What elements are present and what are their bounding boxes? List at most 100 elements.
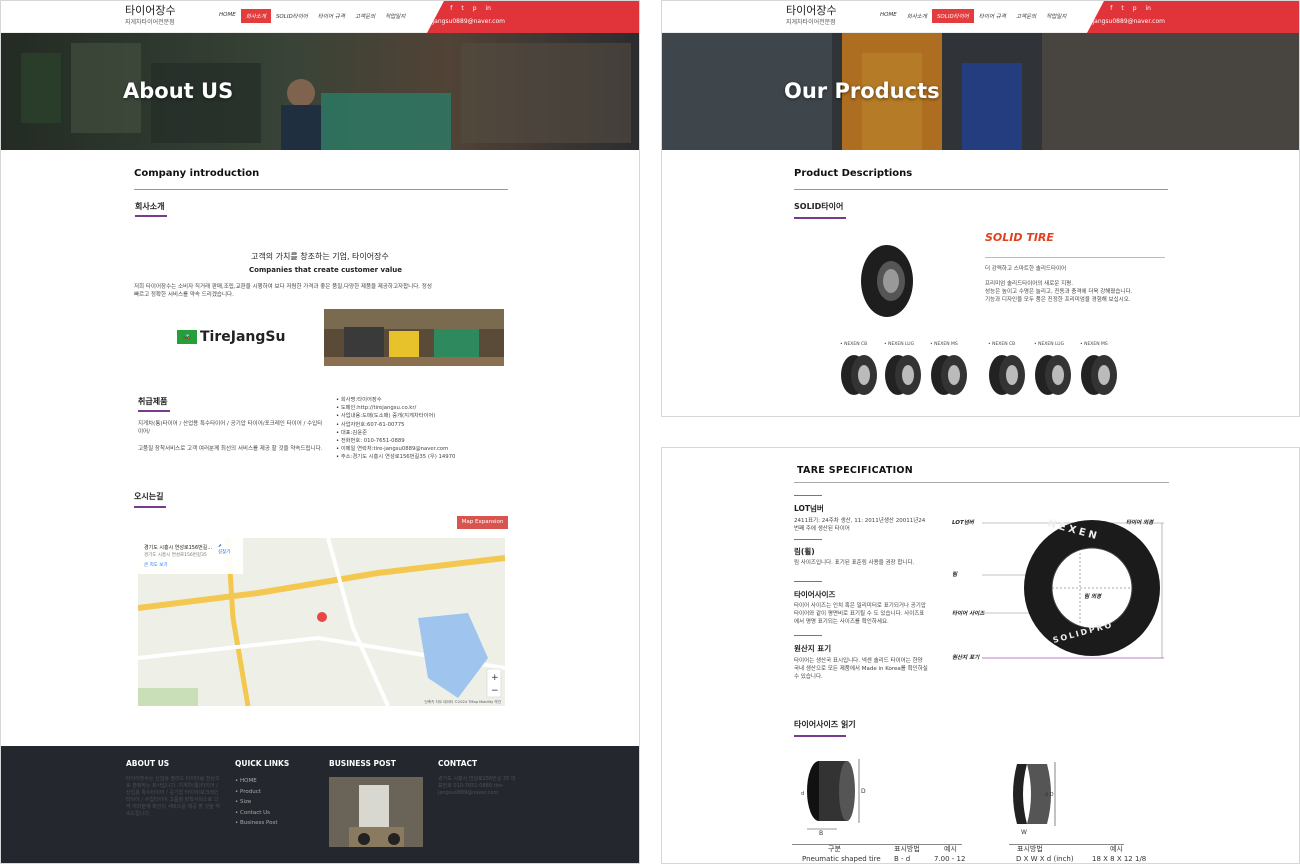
variant-tire-image[interactable]	[1032, 353, 1072, 398]
heading-underline	[135, 215, 167, 217]
header-email[interactable]: ✉ tire-jangsu0889@naver.com	[1073, 18, 1165, 25]
table-cell: D X W X d (inch)	[1016, 855, 1074, 863]
table-head: 예시	[944, 845, 957, 853]
solid-desc-4: 기능과 디자인을 모두 품은 진정한 프리미엄을 경험해 보십시오.	[985, 297, 1131, 303]
variant-label: • NEXEN CB	[988, 342, 1016, 347]
site-logo[interactable]: 타이어장수 지게차타이어전문점	[125, 4, 176, 26]
nav-solid[interactable]: SOLID타이어	[271, 9, 313, 23]
variant-tire-image[interactable]	[882, 353, 922, 398]
nav-log[interactable]: 작업일지	[1041, 9, 1071, 23]
hero-image-workshop	[1, 33, 639, 150]
label-rim-diameter: 림 외경	[1084, 594, 1102, 600]
map-canvas[interactable]: + −	[138, 538, 505, 706]
workshop-photo	[324, 309, 504, 366]
map-expansion-button[interactable]: Map Expansion	[457, 516, 508, 529]
solid-tire-title: SOLID TIRE	[985, 231, 1054, 244]
table-cell: 7.00 - 12	[934, 855, 966, 863]
nav-size[interactable]: 타이어 규격	[313, 9, 350, 23]
table-head: 표시방법	[894, 845, 920, 853]
map-pin-icon[interactable]	[317, 612, 327, 622]
about-hero-title: About US	[123, 79, 234, 103]
info-item: 회사명:타이어장수	[336, 396, 455, 404]
zoom-out-icon[interactable]: −	[491, 686, 499, 696]
table-head: 예시	[1110, 845, 1123, 853]
site-footer: ABOUT US QUICK LINKS BUSINESS POST CONTA…	[1, 746, 639, 863]
svg-text:D: D	[861, 788, 866, 795]
heading-underline	[138, 410, 170, 412]
footer-link-product[interactable]: Product	[235, 787, 278, 798]
site-logo[interactable]: 타이어장수 지게차타이어전문점	[786, 4, 837, 26]
directions-icon: ⬈	[218, 544, 222, 549]
linkedin-icon[interactable]: in	[1146, 5, 1151, 12]
divider	[794, 635, 822, 636]
variant-tire-image[interactable]	[986, 353, 1026, 398]
company-intro-heading: Company introduction	[134, 168, 260, 179]
variant-label: • NEXEN LUG	[1034, 342, 1065, 347]
spec-item-title: 타이어사이즈	[794, 590, 836, 599]
twitter-icon[interactable]: t	[461, 5, 463, 12]
map-heading: 오시는길	[134, 492, 164, 501]
twitter-icon[interactable]: t	[1121, 5, 1123, 12]
info-item: 대표:김윤준	[336, 429, 455, 437]
company-sub-heading: 회사소개	[135, 202, 165, 211]
heading-underline	[794, 735, 846, 737]
products-heading: 취급제품	[138, 397, 168, 406]
variant-tire-image[interactable]	[1078, 353, 1118, 398]
footer-link-contact[interactable]: Contact Us	[235, 808, 278, 819]
spec-item-desc: 림 사이즈입니다. 표기된 표준림 사용을 권장 합니다.	[794, 560, 915, 566]
nav-about[interactable]: 회사소개	[240, 9, 271, 23]
variant-label: • NEXEN MS	[1080, 342, 1108, 347]
spec-item-desc: 2411표기: 24주차 생산, 11: 2011년생산 20011년24번째 …	[794, 518, 926, 532]
variant-tire-image[interactable]	[838, 353, 878, 398]
divider	[794, 189, 1168, 190]
divider	[794, 495, 822, 496]
spec-page-panel: TARE SPECIFICATION LOT넘버 2411표기: 24주차 생산…	[661, 447, 1300, 864]
forklift-logo-icon: 🚜	[177, 330, 197, 344]
label-outer-diameter: 타이어 외경	[1126, 520, 1154, 526]
map-address: 경기도 시흥시 연성로156번길...	[144, 545, 213, 551]
header-email[interactable]: ✉ tire-jangsu0889@naver.com	[413, 18, 505, 25]
map-route-link[interactable]: ⬈ 길찾기	[218, 544, 230, 555]
nav-contact[interactable]: 고객문의	[1011, 9, 1041, 23]
footer-contact-heading: CONTACT	[438, 759, 478, 768]
nav-size[interactable]: 타이어 규격	[974, 9, 1011, 23]
pinterest-icon[interactable]: p	[473, 5, 477, 12]
footer-link-home[interactable]: HOME	[235, 776, 278, 787]
tire-size-heading: 타이어사이즈 읽기	[794, 720, 856, 729]
about-page-panel: 타이어장수 지게차타이어전문점 HOME 회사소개 SOLID타이어 타이어 규…	[0, 0, 640, 864]
map-address-sub: 경기도 시흥시 연성로156번길35	[144, 553, 207, 558]
pinterest-icon[interactable]: p	[1133, 5, 1137, 12]
nav-home[interactable]: HOME	[875, 9, 902, 23]
map-large-link[interactable]: 큰 지도 보기	[144, 562, 168, 568]
divider	[794, 539, 822, 540]
facebook-icon[interactable]: f	[1110, 5, 1112, 12]
nav-log[interactable]: 작업일지	[380, 9, 410, 23]
divider	[794, 581, 822, 582]
info-item: 주소:경기도 시흥시 연성로156번길35 (우) 14970	[336, 453, 456, 461]
headline-kr: 고객의 가치를 창조하는 기업, 타이어장수	[251, 252, 389, 261]
variant-tire-image[interactable]	[928, 353, 968, 398]
nav-about[interactable]: 회사소개	[902, 9, 932, 23]
map-route-label: 길찾기	[218, 550, 231, 555]
footer-link-post[interactable]: Business Post	[235, 818, 278, 829]
solid-tire-drawing: d D W	[1013, 762, 1056, 834]
zoom-in-icon[interactable]: +	[491, 673, 499, 683]
main-nav: HOME 회사소개 SOLID타이어 타이어 규격 고객문의 작업일지	[875, 9, 1071, 23]
nav-home[interactable]: HOME	[214, 9, 241, 23]
info-item: 사업자번호:607-61-00775	[336, 421, 455, 429]
spec-item-desc: 타이어는 생산국 표시입니다. 넥센 솔리드 타이어는 한양 국내 생산으로 모…	[794, 658, 928, 680]
table-cell: B - d	[894, 855, 911, 863]
linkedin-icon[interactable]: in	[486, 5, 491, 12]
footer-post-heading: BUSINESS POST	[329, 759, 396, 768]
location-map[interactable]: + − 경기도 시흥시 연성로156번길... 경기도 시흥시 연성로156번길…	[138, 538, 505, 706]
logo-subtitle: 지게차타이어전문점	[125, 19, 175, 26]
business-post-image[interactable]	[329, 777, 423, 847]
logo-title: 타이어장수	[125, 4, 176, 17]
nav-solid[interactable]: SOLID타이어	[931, 9, 974, 23]
facebook-icon[interactable]: f	[450, 5, 452, 12]
footer-link-size[interactable]: Size	[235, 797, 278, 808]
logo-title: 타이어장수	[786, 4, 837, 17]
info-item: 전화번호: 010-7651-0889	[336, 437, 455, 445]
nav-contact[interactable]: 고객문의	[350, 9, 380, 23]
svg-text:W: W	[1021, 829, 1027, 834]
